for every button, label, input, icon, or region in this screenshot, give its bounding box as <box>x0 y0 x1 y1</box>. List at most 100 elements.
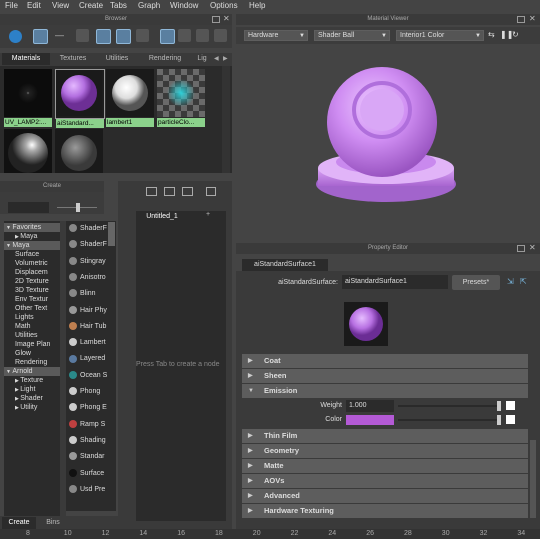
node-item[interactable]: Anisotro <box>66 270 114 286</box>
section-advanced[interactable]: ▶ Advanced <box>242 489 528 503</box>
settings-icon[interactable]: ⇆ <box>488 30 495 39</box>
node-name-field[interactable]: aiStandardSurface1 <box>342 275 448 289</box>
grid-icon[interactable] <box>76 29 89 42</box>
float-icon[interactable] <box>212 16 220 23</box>
category-item[interactable]: Glow <box>4 349 60 358</box>
menu-view[interactable]: View <box>52 1 69 10</box>
thumb-aistandard[interactable]: aiStandard... <box>55 69 105 128</box>
material-preview[interactable] <box>236 44 540 234</box>
category-item[interactable]: ▼ Maya <box>4 241 60 250</box>
thumb-gray[interactable] <box>55 129 103 173</box>
graph-output-icon[interactable] <box>182 187 193 196</box>
presets-button[interactable]: Presets* <box>452 275 500 290</box>
section-coat[interactable]: ▶ Coat <box>242 354 528 368</box>
grid-small-icon[interactable] <box>96 29 111 44</box>
category-item[interactable]: ▼ Arnold <box>4 367 60 376</box>
section-hardware-texturing[interactable]: ▶ Hardware Texturing <box>242 504 528 518</box>
close-icon[interactable]: ✕ <box>223 14 230 23</box>
grid-large-icon[interactable] <box>136 29 149 42</box>
section-geometry[interactable]: ▶ Geometry <box>242 444 528 458</box>
color-slider-handle[interactable] <box>497 415 501 425</box>
node-item[interactable]: Standar <box>66 449 114 465</box>
sort-reverse-icon[interactable] <box>214 29 227 42</box>
graph-input-icon[interactable] <box>146 187 157 196</box>
node-item[interactable]: Phong E <box>66 400 114 416</box>
category-item[interactable]: Rendering <box>4 358 60 367</box>
category-item[interactable]: ▼ Favorites <box>4 223 60 232</box>
tab-aistandardsurface1[interactable]: aiStandardSurface1 <box>242 259 328 271</box>
color-slider[interactable] <box>398 419 500 421</box>
category-item[interactable]: Other Text <box>4 304 60 313</box>
category-item[interactable]: Surface <box>4 250 60 259</box>
node-item[interactable]: Ramp S <box>66 417 114 433</box>
menu-file[interactable]: File <box>5 1 18 10</box>
category-item[interactable]: ▶ Utility <box>4 403 60 412</box>
category-item[interactable]: 2D Texture <box>4 277 60 286</box>
section-aovs[interactable]: ▶ AOVs <box>242 474 528 488</box>
show-output-icon[interactable]: ⇱ <box>520 277 527 286</box>
zoom-slider-handle[interactable] <box>76 203 80 212</box>
category-item[interactable]: Image Plan <box>4 340 60 349</box>
category-item[interactable]: Utilities <box>4 331 60 340</box>
tab-scroll-right-icon[interactable]: ▶ <box>223 55 228 62</box>
shape-dropdown[interactable]: Shader Ball ▼ <box>314 30 390 41</box>
weight-slider[interactable] <box>398 405 500 407</box>
section-sheen[interactable]: ▶ Sheen <box>242 369 528 383</box>
node-item[interactable]: Blinn <box>66 286 114 302</box>
sort-name-icon[interactable] <box>160 29 175 44</box>
tab-create[interactable]: Create <box>2 517 36 529</box>
weight-slider-handle[interactable] <box>497 401 501 411</box>
grid-medium-icon[interactable] <box>116 29 131 44</box>
node-item[interactable]: Hair Phy <box>66 303 114 319</box>
thumb-particlecloud[interactable]: particleClo... <box>157 69 205 127</box>
section-thin-film[interactable]: ▶ Thin Film <box>242 429 528 443</box>
menu-options[interactable]: Options <box>210 1 238 10</box>
thumb-lambert1[interactable]: lambert1 <box>106 69 154 127</box>
create-search-input[interactable] <box>8 202 49 213</box>
category-item[interactable]: Env Textur <box>4 295 60 304</box>
renderer-dropdown[interactable]: Hardware ▼ <box>244 30 308 41</box>
viewer-float-icon[interactable] <box>517 16 525 23</box>
clear-graph-icon[interactable] <box>206 187 216 196</box>
viewer-close-icon[interactable]: ✕ <box>529 14 536 23</box>
menu-graph[interactable]: Graph <box>138 1 160 10</box>
color-swatch[interactable] <box>346 415 394 425</box>
refresh-icon[interactable]: ↻ <box>512 30 519 39</box>
category-item[interactable]: Lights <box>4 313 60 322</box>
tab-scroll-left-icon[interactable]: ◀ <box>214 55 219 62</box>
tab-utilities[interactable]: Utilities <box>96 53 138 65</box>
property-close-icon[interactable]: ✕ <box>529 243 536 252</box>
menu-edit[interactable]: Edit <box>27 1 41 10</box>
node-item[interactable]: Lambert <box>66 335 114 351</box>
color-map-button-icon[interactable] <box>506 415 515 424</box>
weight-field[interactable]: 1.000 <box>346 400 394 412</box>
sort-time-icon[interactable] <box>196 29 209 42</box>
node-item[interactable]: Stingray <box>66 254 114 270</box>
graph-io-icon[interactable] <box>164 187 175 196</box>
node-graph-canvas[interactable]: Press Tab to create a node <box>136 222 226 521</box>
node-item[interactable]: Phong <box>66 384 114 400</box>
menu-window[interactable]: Window <box>170 1 198 10</box>
category-item[interactable]: ▶ Maya <box>4 232 60 241</box>
node-item[interactable]: ShaderF <box>66 237 114 253</box>
environment-dropdown[interactable]: Interior1 Color ▼ <box>396 30 484 41</box>
node-item[interactable]: Hair Tub <box>66 319 114 335</box>
sort-type-icon[interactable] <box>178 29 191 42</box>
tab-bins[interactable]: Bins <box>38 517 68 529</box>
thumb-chrome[interactable] <box>4 129 52 173</box>
menu-tabs[interactable]: Tabs <box>110 1 127 10</box>
property-float-icon[interactable] <box>517 245 525 252</box>
node-item[interactable]: Surface <box>66 466 114 482</box>
category-item[interactable]: Volumetric <box>4 259 60 268</box>
category-item[interactable]: 3D Texture <box>4 286 60 295</box>
tab-rendering[interactable]: Rendering <box>140 53 190 65</box>
graph-icon[interactable] <box>33 29 48 44</box>
map-button-icon[interactable] <box>506 401 515 410</box>
tab-lights[interactable]: Lig <box>192 53 212 65</box>
show-input-icon[interactable]: ⇲ <box>507 277 514 286</box>
category-item[interactable]: Displacem <box>4 268 60 277</box>
category-item[interactable]: ▶ Shader <box>4 394 60 403</box>
section-emission[interactable]: ▼ Emission <box>242 384 528 398</box>
add-tab-icon[interactable]: + <box>206 211 210 218</box>
browser-scrollbar[interactable] <box>222 66 230 173</box>
